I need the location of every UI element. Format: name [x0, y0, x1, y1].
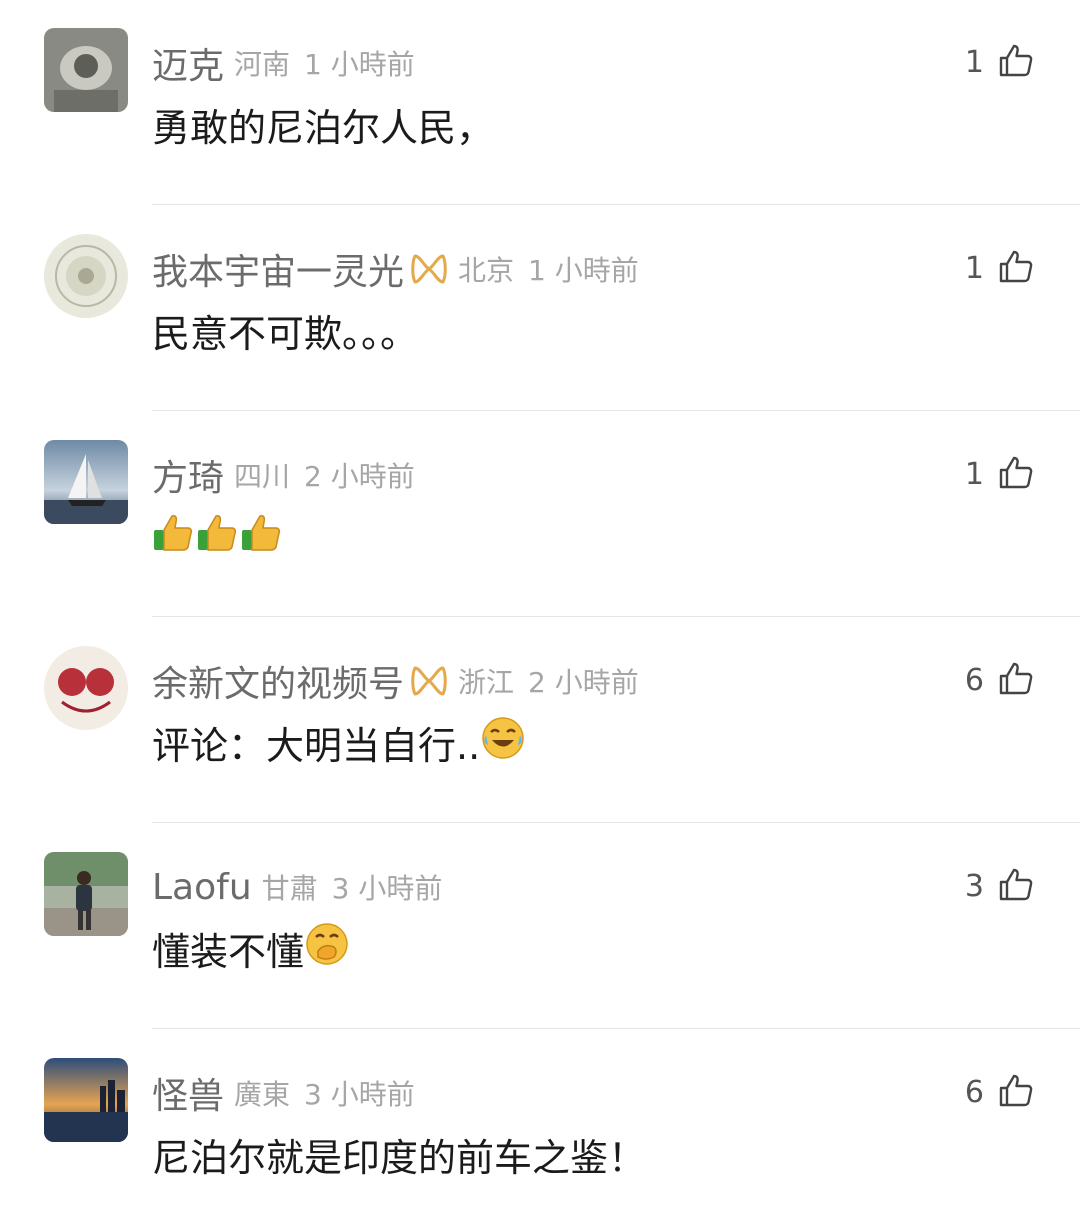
comment-location: 浙江 [458, 666, 515, 699]
comment-author[interactable]: 怪兽 [152, 1067, 224, 1119]
comment-time: 1 小時前 [528, 254, 639, 287]
avatar[interactable] [44, 234, 128, 318]
avatar[interactable] [44, 646, 128, 730]
comment-item: 迈克 河南 1 小時前 勇敢的尼泊尔人民， 1 [0, 0, 1080, 205]
divider [152, 410, 1080, 411]
comment-location: 廣東 [234, 1078, 291, 1111]
comment-list: 迈克 河南 1 小時前 勇敢的尼泊尔人民， 1 我本宇宙一灵光 北京 1 小時前… [0, 0, 1080, 1210]
like-count: 3 [964, 868, 984, 904]
comment-author[interactable]: 余新文的视频号 [152, 655, 404, 707]
verified-badge-icon [410, 252, 448, 286]
comment-text [152, 512, 284, 560]
like-count: 1 [964, 456, 984, 492]
like-button[interactable]: 6 [965, 658, 1034, 702]
comment-text: 勇敢的尼泊尔人民， [152, 105, 495, 150]
comment-location: 四川 [234, 460, 291, 493]
like-button[interactable]: 1 [965, 452, 1034, 496]
comment-text: 尼泊尔就是印度的前车之鉴！ [152, 1135, 647, 1180]
comment-author[interactable]: 方琦 [152, 449, 224, 501]
comment-time: 2 小時前 [528, 666, 639, 699]
thumbs-up-emoji-icon [196, 510, 240, 563]
thumbs-up-icon [998, 454, 1034, 494]
thumbs-up-icon [998, 660, 1034, 700]
verified-badge-icon [410, 664, 448, 698]
comment-item: 余新文的视频号 浙江 2 小時前 评论：大明当自行.. 6 [0, 618, 1080, 823]
thumbs-up-icon [998, 1072, 1034, 1112]
thumbs-up-emoji-icon [152, 510, 196, 563]
comment-author[interactable]: 迈克 [152, 37, 224, 89]
comment-location: 河南 [234, 48, 291, 81]
comment-time: 3 小時前 [331, 872, 443, 905]
like-button[interactable]: 6 [965, 1070, 1034, 1114]
thumbs-up-emoji-icon [240, 510, 284, 563]
hand-over-mouth-emoji-icon [304, 921, 350, 976]
comment-time: 3 小時前 [304, 1078, 415, 1111]
comment-text: 懂装不懂 [152, 922, 350, 974]
comment-item: 方琦 四川 2 小時前 1 [0, 412, 1080, 617]
comment-author[interactable]: Laofu [152, 867, 252, 908]
thumbs-up-icon [998, 248, 1034, 288]
avatar[interactable] [44, 28, 128, 112]
laughing-crying-emoji-icon [480, 715, 526, 770]
comment-item: 我本宇宙一灵光 北京 1 小時前 民意不可欺。。。 1 [0, 206, 1080, 411]
comment-text: 评论：大明当自行.. [152, 716, 526, 768]
like-count: 6 [964, 662, 984, 698]
divider [152, 616, 1080, 617]
like-button[interactable]: 1 [965, 246, 1034, 290]
thumbs-up-icon [998, 42, 1034, 82]
divider [152, 204, 1080, 205]
like-button[interactable]: 1 [965, 40, 1034, 84]
comment-location: 北京 [458, 254, 515, 287]
divider [152, 822, 1080, 823]
divider [152, 1028, 1080, 1029]
comment-item: Laofu 甘肅 3 小時前 懂装不懂 3 [0, 824, 1080, 1029]
like-button[interactable]: 3 [965, 864, 1034, 908]
like-count: 6 [964, 1074, 984, 1110]
thumbs-up-icon [998, 866, 1034, 906]
comment-item: 怪兽 廣東 3 小時前 尼泊尔就是印度的前车之鉴！ 6 [0, 1030, 1080, 1210]
avatar[interactable] [44, 1058, 128, 1142]
comment-time: 2 小時前 [304, 460, 415, 493]
comment-time: 1 小時前 [304, 48, 415, 81]
like-count: 1 [964, 250, 984, 286]
comment-location: 甘肅 [261, 872, 318, 905]
avatar[interactable] [44, 440, 128, 524]
comment-text: 民意不可欺。。。 [152, 311, 419, 356]
comment-author[interactable]: 我本宇宙一灵光 [152, 243, 404, 295]
avatar[interactable] [44, 852, 128, 936]
like-count: 1 [964, 44, 984, 80]
